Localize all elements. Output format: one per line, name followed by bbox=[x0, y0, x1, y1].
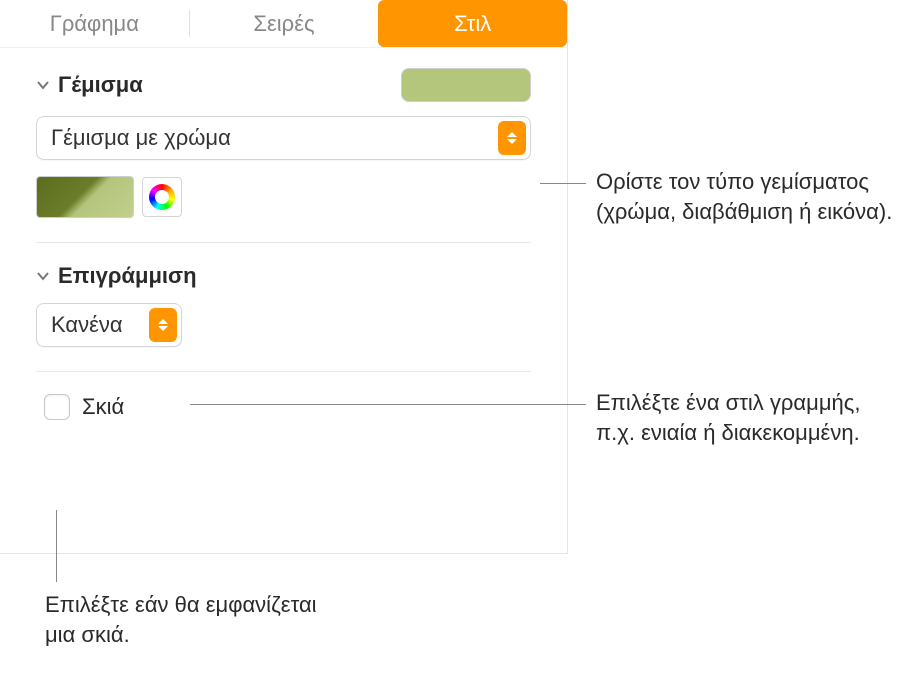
tab-series[interactable]: Σειρές bbox=[190, 0, 379, 47]
inspector-panel: Γράφημα Σειρές Στιλ Γέμισμα Γέμισμα με χ… bbox=[0, 0, 568, 554]
tab-style[interactable]: Στιλ bbox=[378, 0, 567, 47]
fill-color-preview[interactable] bbox=[401, 68, 531, 102]
callout-fill-type: Ορίστε τον τύπο γεμίσματος (χρώμα, διαβά… bbox=[596, 167, 896, 226]
shadow-label: Σκιά bbox=[82, 394, 124, 420]
fill-gradient-well[interactable] bbox=[36, 176, 134, 218]
fill-color-controls bbox=[36, 176, 531, 218]
color-picker-button[interactable] bbox=[142, 177, 182, 217]
stroke-style-label: Κανένα bbox=[51, 312, 149, 338]
callout-line bbox=[56, 510, 57, 582]
color-wheel-icon bbox=[149, 184, 175, 210]
fill-section: Γέμισμα Γέμισμα με χρώμα bbox=[0, 48, 567, 218]
callout-line bbox=[540, 183, 586, 184]
fill-section-header: Γέμισμα bbox=[36, 68, 531, 102]
chevron-down-icon[interactable] bbox=[36, 269, 50, 283]
callout-shadow-toggle: Επιλέξτε εάν θα εμφανίζεται μια σκιά. bbox=[45, 590, 345, 649]
callout-line bbox=[190, 404, 586, 405]
callout-stroke-style: Επιλέξτε ένα στιλ γραμμής, π.χ. ενιαία ή… bbox=[596, 388, 896, 447]
tab-chart[interactable]: Γράφημα bbox=[0, 0, 189, 47]
stroke-section: Επιγράμμιση Κανένα bbox=[0, 243, 567, 347]
stroke-style-dropdown[interactable]: Κανένα bbox=[36, 303, 182, 347]
fill-section-title: Γέμισμα bbox=[58, 72, 143, 98]
stroke-section-title: Επιγράμμιση bbox=[58, 263, 197, 289]
chevron-down-icon[interactable] bbox=[36, 78, 50, 92]
shadow-row: Σκιά bbox=[0, 372, 567, 420]
stroke-section-header: Επιγράμμιση bbox=[36, 263, 531, 289]
fill-type-label: Γέμισμα με χρώμα bbox=[51, 125, 498, 151]
shadow-checkbox[interactable] bbox=[44, 394, 70, 420]
fill-type-dropdown[interactable]: Γέμισμα με χρώμα bbox=[36, 116, 531, 160]
inspector-tabs: Γράφημα Σειρές Στιλ bbox=[0, 0, 567, 48]
dropdown-stepper-icon bbox=[149, 308, 177, 342]
dropdown-stepper-icon bbox=[498, 121, 526, 155]
